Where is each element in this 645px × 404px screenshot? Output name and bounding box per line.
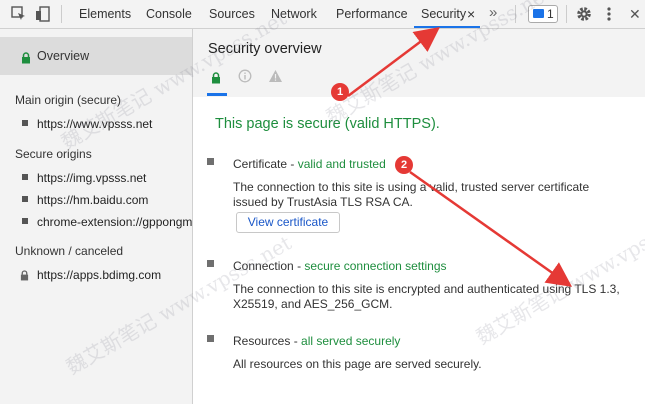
annotation-marker: 1 xyxy=(331,83,349,101)
annotation-marker: 2 xyxy=(395,156,413,174)
annotation-arrows xyxy=(347,27,573,287)
arrow-to-security-tab xyxy=(347,27,440,97)
arrow-to-tls-version xyxy=(409,170,573,287)
